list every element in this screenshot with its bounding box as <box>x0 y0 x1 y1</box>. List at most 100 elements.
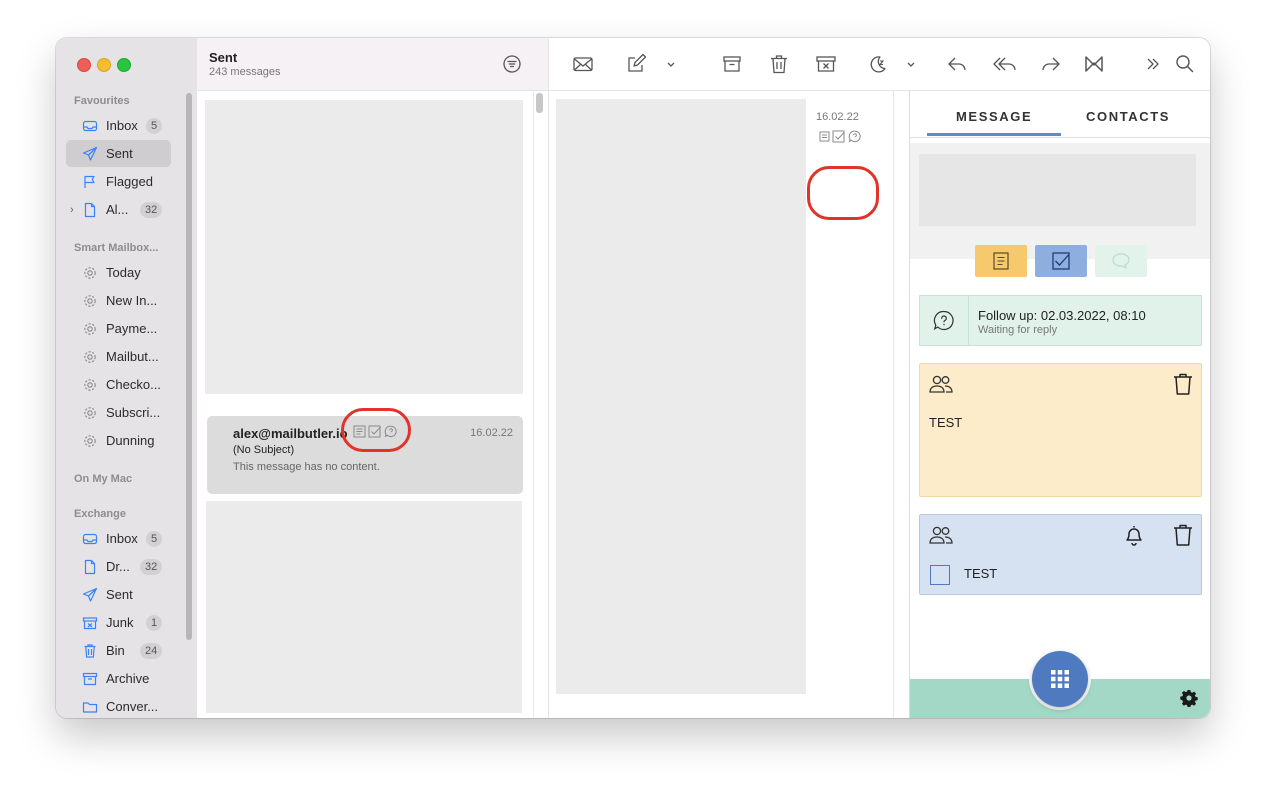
get-mail-icon[interactable] <box>571 52 595 76</box>
tabs-divider <box>910 137 1210 138</box>
archive-icon <box>82 671 98 687</box>
followup-card[interactable]: Follow up: 02.03.2022, 08:10 Waiting for… <box>919 295 1202 346</box>
highlight-annotation <box>341 408 411 452</box>
list-scrollbar[interactable] <box>536 93 543 113</box>
bell-icon[interactable] <box>1123 523 1145 547</box>
sidebar-item-label: Inbox <box>106 118 138 133</box>
sidebar-scrollbar[interactable] <box>186 93 192 640</box>
compose-icon[interactable] <box>624 52 648 76</box>
flag-icon <box>82 174 98 190</box>
contact-placeholder <box>919 154 1196 226</box>
sidebar-item-smart-mailbox[interactable]: Mailbut... <box>66 343 171 370</box>
sidebar-item-exchange-junk[interactable]: Junk 1 <box>66 609 171 636</box>
inbox-icon <box>82 531 98 547</box>
settings-gear-icon[interactable] <box>1180 689 1198 707</box>
filter-icon[interactable] <box>501 53 523 75</box>
note-card[interactable]: TEST <box>919 363 1202 497</box>
tab-message[interactable]: MESSAGE <box>956 109 1032 124</box>
sidebar-item-sent[interactable]: Sent <box>66 140 171 167</box>
add-note-button[interactable] <box>975 245 1027 277</box>
sidebar-item-label: Subscri... <box>106 405 161 420</box>
task-checkbox[interactable] <box>930 565 950 585</box>
shared-users-icon[interactable] <box>928 525 954 545</box>
chevron-down-icon[interactable] <box>904 52 918 76</box>
active-tab-indicator <box>927 133 1061 136</box>
sidebar-item-label: Checko... <box>106 377 161 392</box>
chevron-right-icon[interactable]: › <box>70 204 74 216</box>
toolbar <box>549 38 1210 91</box>
sidebar-item-smart-mailbox[interactable]: Checko... <box>66 371 171 398</box>
section-title-on-my-mac: On My Mac <box>74 473 133 485</box>
sidebar-item-label: Al... <box>106 202 129 217</box>
tab-contacts[interactable]: CONTACTS <box>1086 109 1170 124</box>
followup-icon <box>932 309 956 333</box>
sidebar-item-smart-mailbox[interactable]: Today <box>66 259 171 286</box>
count-badge: 32 <box>140 202 163 218</box>
message-sender: alex@mailbutler.io <box>233 426 348 441</box>
sidebar: Favourites Inbox 5 Sent Flagged › Al... … <box>56 38 198 718</box>
document-icon <box>82 202 98 218</box>
minimize-window-button[interactable] <box>97 58 111 72</box>
mailbox-title: Sent <box>209 50 238 65</box>
task-card[interactable]: TEST <box>919 514 1202 595</box>
junk-icon[interactable] <box>814 52 838 76</box>
section-title-favourites: Favourites <box>74 95 130 107</box>
note-icon <box>993 252 1009 270</box>
zoom-window-button[interactable] <box>117 58 131 72</box>
sidebar-item-inbox[interactable]: Inbox 5 <box>66 112 171 139</box>
more-icon[interactable] <box>1141 52 1165 76</box>
sidebar-item-label: Dr... <box>106 559 130 574</box>
viewer-scroll-track <box>893 91 894 718</box>
section-title-smart-mailboxes: Smart Mailbox... <box>74 242 159 254</box>
gear-icon <box>82 377 98 393</box>
unread-badge: 5 <box>146 118 163 134</box>
sidebar-item-smart-mailbox[interactable]: Payme... <box>66 315 171 342</box>
grid-icon <box>1051 670 1069 688</box>
followup-icon <box>848 130 862 143</box>
list-scroll-track <box>533 90 534 718</box>
trash-icon[interactable] <box>767 52 791 76</box>
note-text[interactable]: TEST <box>929 415 962 430</box>
add-followup-button[interactable] <box>1095 245 1147 277</box>
shared-users-icon[interactable] <box>928 374 954 394</box>
chevron-down-icon[interactable] <box>664 52 678 76</box>
add-task-button[interactable] <box>1035 245 1087 277</box>
sidebar-item-all-drafts[interactable]: › Al... 32 <box>66 196 171 223</box>
inbox-icon <box>82 118 98 134</box>
sidebar-item-exchange-sent[interactable]: Sent <box>66 581 171 608</box>
sidebar-item-smart-mailbox[interactable]: Subscri... <box>66 399 171 426</box>
count-badge: 1 <box>146 615 163 631</box>
delete-note-icon[interactable] <box>1172 372 1194 396</box>
reply-icon[interactable] <box>945 52 969 76</box>
sidebar-item-exchange-inbox[interactable]: Inbox 5 <box>66 525 171 552</box>
sidebar-item-exchange-archive[interactable]: Archive <box>66 665 171 692</box>
delete-task-icon[interactable] <box>1172 523 1194 547</box>
sidebar-item-smart-mailbox[interactable]: Dunning <box>66 427 171 454</box>
reply-all-icon[interactable] <box>991 52 1019 76</box>
gear-icon <box>82 349 98 365</box>
mailbutler-status-icons <box>819 130 862 143</box>
message-placeholder <box>206 501 522 713</box>
sidebar-item-exchange-drafts[interactable]: Dr... 32 <box>66 553 171 580</box>
search-icon[interactable] <box>1173 52 1197 76</box>
message-body-placeholder <box>556 99 806 694</box>
sidebar-item-exchange-bin[interactable]: Bin 24 <box>66 637 171 664</box>
message-row[interactable]: alex@mailbutler.io 16.02.22 (No Subject)… <box>207 408 523 494</box>
apps-menu-button[interactable] <box>1032 651 1088 707</box>
snooze-icon[interactable] <box>866 52 890 76</box>
sidebar-item-smart-mailbox[interactable]: New In... <box>66 287 171 314</box>
task-text[interactable]: TEST <box>964 566 997 581</box>
sidebar-item-exchange-conversation[interactable]: Conver... <box>66 693 171 718</box>
close-window-button[interactable] <box>77 58 91 72</box>
paperplane-icon <box>82 587 98 603</box>
mailbutler-icon[interactable] <box>1082 52 1106 76</box>
message-placeholder <box>205 100 523 394</box>
section-title-exchange: Exchange <box>74 508 126 520</box>
sidebar-item-label: Payme... <box>106 321 158 336</box>
message-date: 16.02.22 <box>816 111 859 123</box>
sidebar-item-flagged[interactable]: Flagged <box>66 168 171 195</box>
folder-icon <box>82 699 98 715</box>
forward-icon[interactable] <box>1039 52 1063 76</box>
message-list-header: Sent 243 messages <box>197 38 548 91</box>
archive-icon[interactable] <box>720 52 744 76</box>
